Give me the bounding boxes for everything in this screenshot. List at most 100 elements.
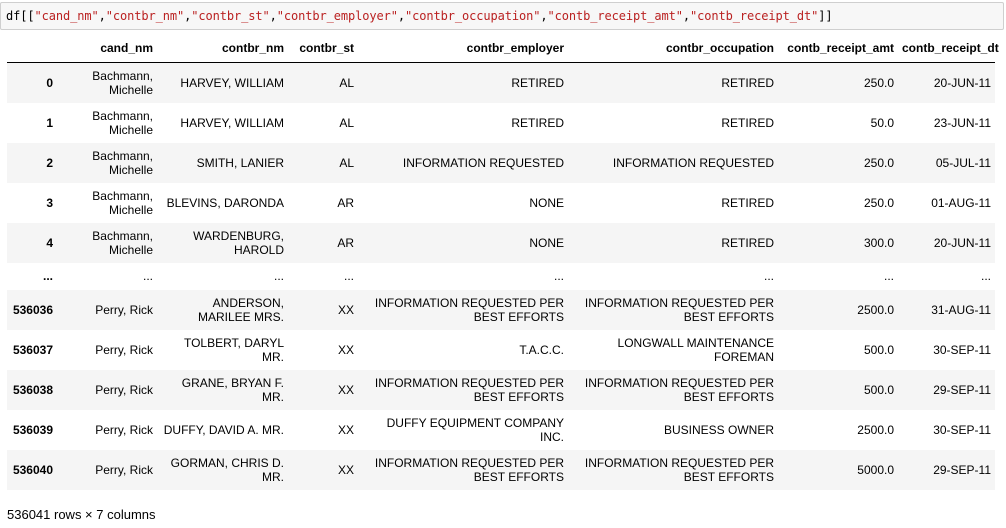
header-row: cand_nm contbr_nm contbr_st contbr_emplo…	[7, 33, 999, 63]
table-cell: INFORMATION REQUESTED PER BEST EFFORTS	[374, 295, 564, 324]
row-index: 536039	[12, 422, 53, 437]
table-cell: 30-SEP-11	[933, 422, 991, 437]
table-cell: Bachmann, Michelle	[92, 188, 153, 217]
table-cell: INFORMATION REQUESTED	[612, 155, 774, 170]
table-cell: ...	[273, 269, 284, 283]
code-separator: ,	[540, 9, 548, 23]
table-cell: Perry, Rick	[95, 382, 153, 397]
code-input-cell[interactable]: df[["cand_nm","contbr_nm","contbr_st","c…	[0, 2, 1004, 30]
column-header: contb_receipt_dt	[898, 33, 999, 63]
table-cell: ...	[343, 269, 354, 283]
table-cell: 20-JUN-11	[933, 75, 991, 90]
code-separator: ,	[98, 9, 106, 23]
code-separator: ,	[682, 9, 690, 23]
table-cell: AL	[339, 75, 354, 90]
output-area: cand_nm contbr_nm contbr_st contbr_emplo…	[7, 33, 999, 490]
row-index: 536036	[12, 302, 53, 317]
table-cell: Perry, Rick	[95, 342, 153, 357]
table-row: 1 Bachmann, Michelle HARVEY, WILLIAM AL RETI…	[7, 103, 995, 143]
code-string-literal: "contbr_employer"	[276, 9, 398, 23]
table-row: 536039 Perry, Rick DUFFY, DAVID A. MR. XX DU…	[7, 410, 995, 450]
table-cell: INFORMATION REQUESTED PER BEST EFFORTS	[584, 375, 774, 404]
table-cell: ANDERSON, MARILEE MRS.	[197, 295, 284, 324]
table-cell: 29-SEP-11	[933, 462, 991, 477]
table-cell: BLEVINS, DARONDA	[166, 195, 284, 210]
table-cell: INFORMATION REQUESTED	[402, 155, 564, 170]
table-cell: WARDENBURG, HAROLD	[193, 228, 284, 257]
code-string-literal: "contbr_nm"	[105, 9, 185, 23]
table-cell: RETIRED	[721, 235, 774, 250]
table-cell: INFORMATION REQUESTED PER BEST EFFORTS	[584, 455, 774, 484]
table-cell: Bachmann, Michelle	[92, 108, 153, 137]
column-header: contbr_occupation	[568, 33, 778, 63]
table-cell: Perry, Rick	[95, 302, 153, 317]
table-cell: XX	[337, 302, 354, 317]
table-row: 536040 Perry, Rick GORMAN, CHRIS D. MR. XX I…	[7, 449, 995, 490]
row-index: 3	[46, 195, 53, 210]
table-cell: GORMAN, CHRIS D. MR.	[170, 455, 284, 484]
table-cell: RETIRED	[511, 115, 564, 130]
table-cell: 2500.0	[857, 302, 894, 317]
table-cell: 250.0	[863, 155, 894, 170]
table-cell: TOLBERT, DARYL MR.	[183, 335, 284, 364]
code-prefix: df[[	[6, 9, 35, 23]
dataframe-table: cand_nm contbr_nm contbr_st contbr_emplo…	[7, 33, 999, 490]
code-separator: ,	[269, 9, 277, 23]
row-index: 1	[46, 115, 53, 130]
column-header: cand_nm	[57, 33, 157, 63]
table-cell: Bachmann, Michelle	[92, 68, 153, 97]
table-cell: HARVEY, WILLIAM	[180, 115, 284, 130]
table-cell: ...	[553, 269, 564, 283]
code-separator: ,	[397, 9, 405, 23]
table-row: 2 Bachmann, Michelle SMITH, LANIER AL INFORM…	[7, 142, 995, 183]
table-cell: XX	[337, 342, 354, 357]
table-header: cand_nm contbr_nm contbr_st contbr_emplo…	[7, 33, 999, 63]
table-cell: DUFFY EQUIPMENT COMPANY INC.	[386, 415, 564, 444]
code-string-literal: "contb_receipt_dt"	[690, 9, 819, 23]
table-cell: 31-AUG-11	[931, 302, 991, 317]
table-cell: Bachmann, Michelle	[92, 228, 153, 257]
table-cell: RETIRED	[721, 115, 774, 130]
row-index: 536037	[12, 342, 53, 357]
code-string-literal: "contbr_st"	[191, 9, 270, 23]
table-cell: LONGWALL MAINTENANCE FOREMAN	[617, 335, 774, 364]
table-cell: INFORMATION REQUESTED PER BEST EFFORTS	[374, 455, 564, 484]
table-cell: 05-JUL-11	[935, 155, 991, 170]
table-cell: AR	[337, 235, 354, 250]
table-cell: XX	[337, 422, 354, 437]
column-header: contbr_st	[288, 33, 358, 63]
table-cell: AR	[337, 195, 354, 210]
table-cell: INFORMATION REQUESTED PER BEST EFFORTS	[584, 295, 774, 324]
table-cell: 500.0	[863, 382, 894, 397]
table-cell: 300.0	[863, 235, 894, 250]
ellipsis-row: ........................	[7, 263, 995, 290]
table-cell: 30-SEP-11	[933, 342, 991, 357]
table-cell: NONE	[529, 195, 564, 210]
row-index: 2	[46, 155, 53, 170]
table-row: 0 Bachmann, Michelle HARVEY, WILLIAM AL RETI…	[7, 62, 995, 103]
table-cell: 250.0	[863, 195, 894, 210]
table-cell: 500.0	[863, 342, 894, 357]
table-cell: 2500.0	[857, 422, 894, 437]
shape-summary: 536041 rows × 7 columns	[7, 507, 156, 522]
code-string-literal: "contbr_occupation"	[405, 9, 541, 23]
table-cell: BUSINESS OWNER	[663, 422, 774, 437]
index-header	[7, 33, 57, 63]
table-cell: 20-JUN-11	[933, 235, 991, 250]
table-cell: T.A.C.C.	[519, 342, 564, 357]
table-cell: AL	[339, 115, 354, 130]
table-cell: AL	[339, 155, 354, 170]
table-cell: XX	[337, 382, 354, 397]
table-cell: INFORMATION REQUESTED PER BEST EFFORTS	[374, 375, 564, 404]
table-cell: GRANE, BRYAN F. MR.	[181, 375, 284, 404]
table-cell: 01-AUG-11	[931, 195, 991, 210]
table-cell: Perry, Rick	[95, 462, 153, 477]
row-index: 536040	[12, 462, 53, 477]
table-cell: 29-SEP-11	[933, 382, 991, 397]
row-index: 0	[46, 75, 53, 90]
table-row: 536038 Perry, Rick GRANE, BRYAN F. MR. XX IN…	[7, 369, 995, 410]
table-cell: Perry, Rick	[95, 422, 153, 437]
table-cell: SMITH, LANIER	[196, 155, 284, 170]
table-row: 536036 Perry, Rick ANDERSON, MARILEE MRS. X…	[7, 289, 995, 330]
table-cell: RETIRED	[721, 195, 774, 210]
